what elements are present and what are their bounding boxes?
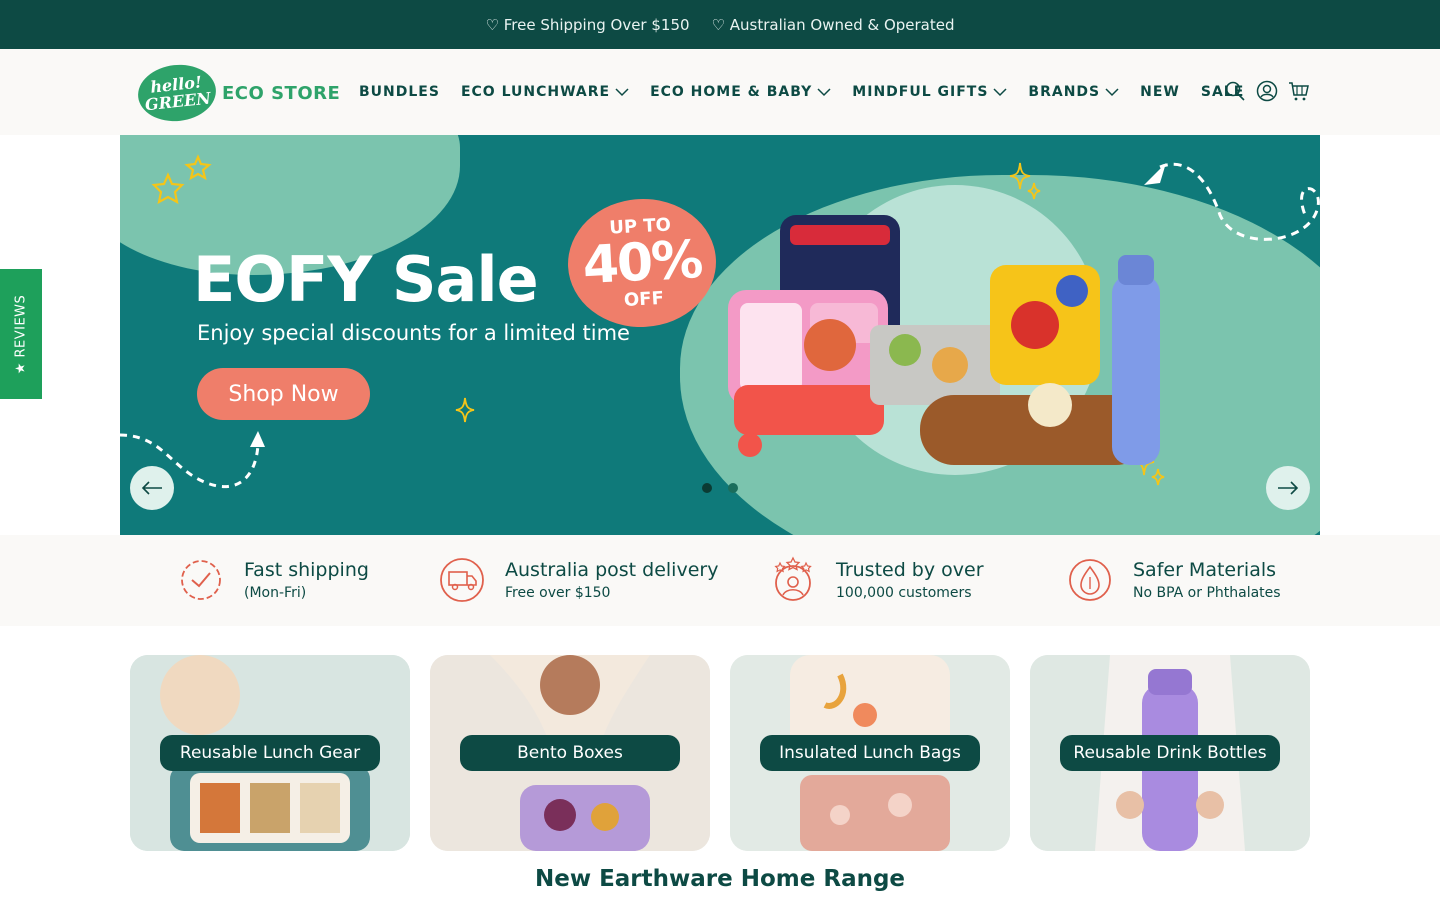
main-nav: BUNDLES ECO LUNCHWARE ECO HOME & BABY MI… [359,49,1265,135]
nav-item-eco-home-baby[interactable]: ECO HOME & BABY [650,84,831,100]
feature-item: Safer Materials No BPA or Phthalates [1065,555,1281,605]
feature-title: Australia post delivery [505,559,719,581]
badge-bottom-text: OFF [623,287,665,311]
free-delivery-truck-icon [440,558,484,602]
account-icon[interactable] [1256,79,1278,103]
category-label: Bento Boxes [460,735,680,771]
sparkle-doodle-icon [455,397,475,423]
carousel-dot-2[interactable] [728,483,738,493]
nav-item-bundles[interactable]: BUNDLES [359,84,440,100]
hero-subtitle: Enjoy special discounts for a limited ti… [197,321,630,345]
nav-item-eco-lunchware[interactable]: ECO LUNCHWARE [461,84,629,100]
feature-item: Fast shipping (Mon-Fri) [176,555,369,605]
carousel-dots [702,483,738,493]
chevron-down-icon [817,88,831,97]
logo-text: ECO STORE [222,82,341,104]
feature-title: Fast shipping [244,559,369,581]
search-icon[interactable] [1224,79,1246,103]
store-logo[interactable]: hello! GREEN ECO STORE [135,61,341,125]
feature-subtitle: Free over $150 [505,585,611,601]
fast-shipping-icon [181,560,221,600]
site-header: hello! GREEN ECO STORE BUNDLES ECO LUNCH… [0,49,1440,135]
announcement-bar: ♡ Free Shipping Over $150 ♡ Australian O… [0,0,1440,49]
trusted-customers-icon [774,556,812,601]
reviews-tab[interactable]: ★ REVIEWS [0,269,42,399]
feature-subtitle: (Mon-Fri) [244,585,307,601]
nav-label: BUNDLES [359,84,440,100]
feature-item: Australia post delivery Free over $150 [437,555,718,605]
reviews-tab-label: ★ REVIEWS [13,294,29,374]
header-icons [1224,79,1310,103]
carousel-next-button[interactable] [1266,466,1310,510]
hero-title: EOFY Sale [193,243,539,316]
feature-item: Trusted by over 100,000 customers [768,555,984,605]
category-label: Reusable Drink Bottles [1060,735,1280,771]
badge-value: 40% [581,229,703,297]
feature-strip: Fast shipping (Mon-Fri) Australia post d… [0,535,1440,626]
category-card-bento-boxes[interactable]: Bento Boxes [430,655,710,851]
category-label: Insulated Lunch Bags [760,735,980,771]
nav-label: MINDFUL GIFTS [852,84,989,100]
stars-doodle-icon [151,154,212,205]
nav-item-brands[interactable]: BRANDS [1028,84,1119,100]
category-card-reusable-lunch-gear[interactable]: Reusable Lunch Gear [130,655,410,851]
category-card-reusable-drink-bottles[interactable]: Reusable Drink Bottles [1030,655,1310,851]
announcement-free-shipping: ♡ Free Shipping Over $150 [485,15,690,34]
feature-title: Trusted by over [836,559,984,581]
section-title: New Earthware Home Range [534,866,906,892]
nav-item-mindful-gifts[interactable]: MINDFUL GIFTS [852,84,1007,100]
chevron-down-icon [1105,88,1119,97]
feature-title: Safer Materials [1133,559,1277,581]
nav-label: BRANDS [1028,84,1101,100]
feature-subtitle: 100,000 customers [836,585,972,601]
category-label: Reusable Lunch Gear [160,735,380,771]
nav-item-new[interactable]: NEW [1140,84,1180,100]
arrow-left-icon [141,481,162,495]
hero-product-image [728,215,1160,465]
logo-badge: hello! GREEN [135,61,219,125]
carousel-dot-1[interactable] [702,483,712,493]
nav-label: NEW [1140,84,1180,100]
hero-banner[interactable]: EOFY Sale Enjoy special discounts for a … [120,135,1320,535]
chevron-down-icon [615,88,629,97]
cart-icon[interactable] [1288,79,1310,103]
shop-now-button[interactable]: Shop Now [197,368,370,420]
sparkle-doodle-icon [1009,162,1041,200]
carousel-prev-button[interactable] [130,466,174,510]
feature-subtitle: No BPA or Phthalates [1133,585,1281,601]
category-card-insulated-lunch-bags[interactable]: Insulated Lunch Bags [730,655,1010,851]
chevron-down-icon [993,88,1007,97]
category-cards: Reusable Lunch Gear Bento Boxes Insulate… [130,655,1310,851]
bpa-free-icon [1069,559,1111,601]
nav-label: ECO LUNCHWARE [460,84,611,100]
arrow-right-icon [1278,481,1299,495]
nav-label: ECO HOME & BABY [650,84,813,100]
announcement-australian-owned: ♡ Australian Owned & Operated [711,15,955,34]
